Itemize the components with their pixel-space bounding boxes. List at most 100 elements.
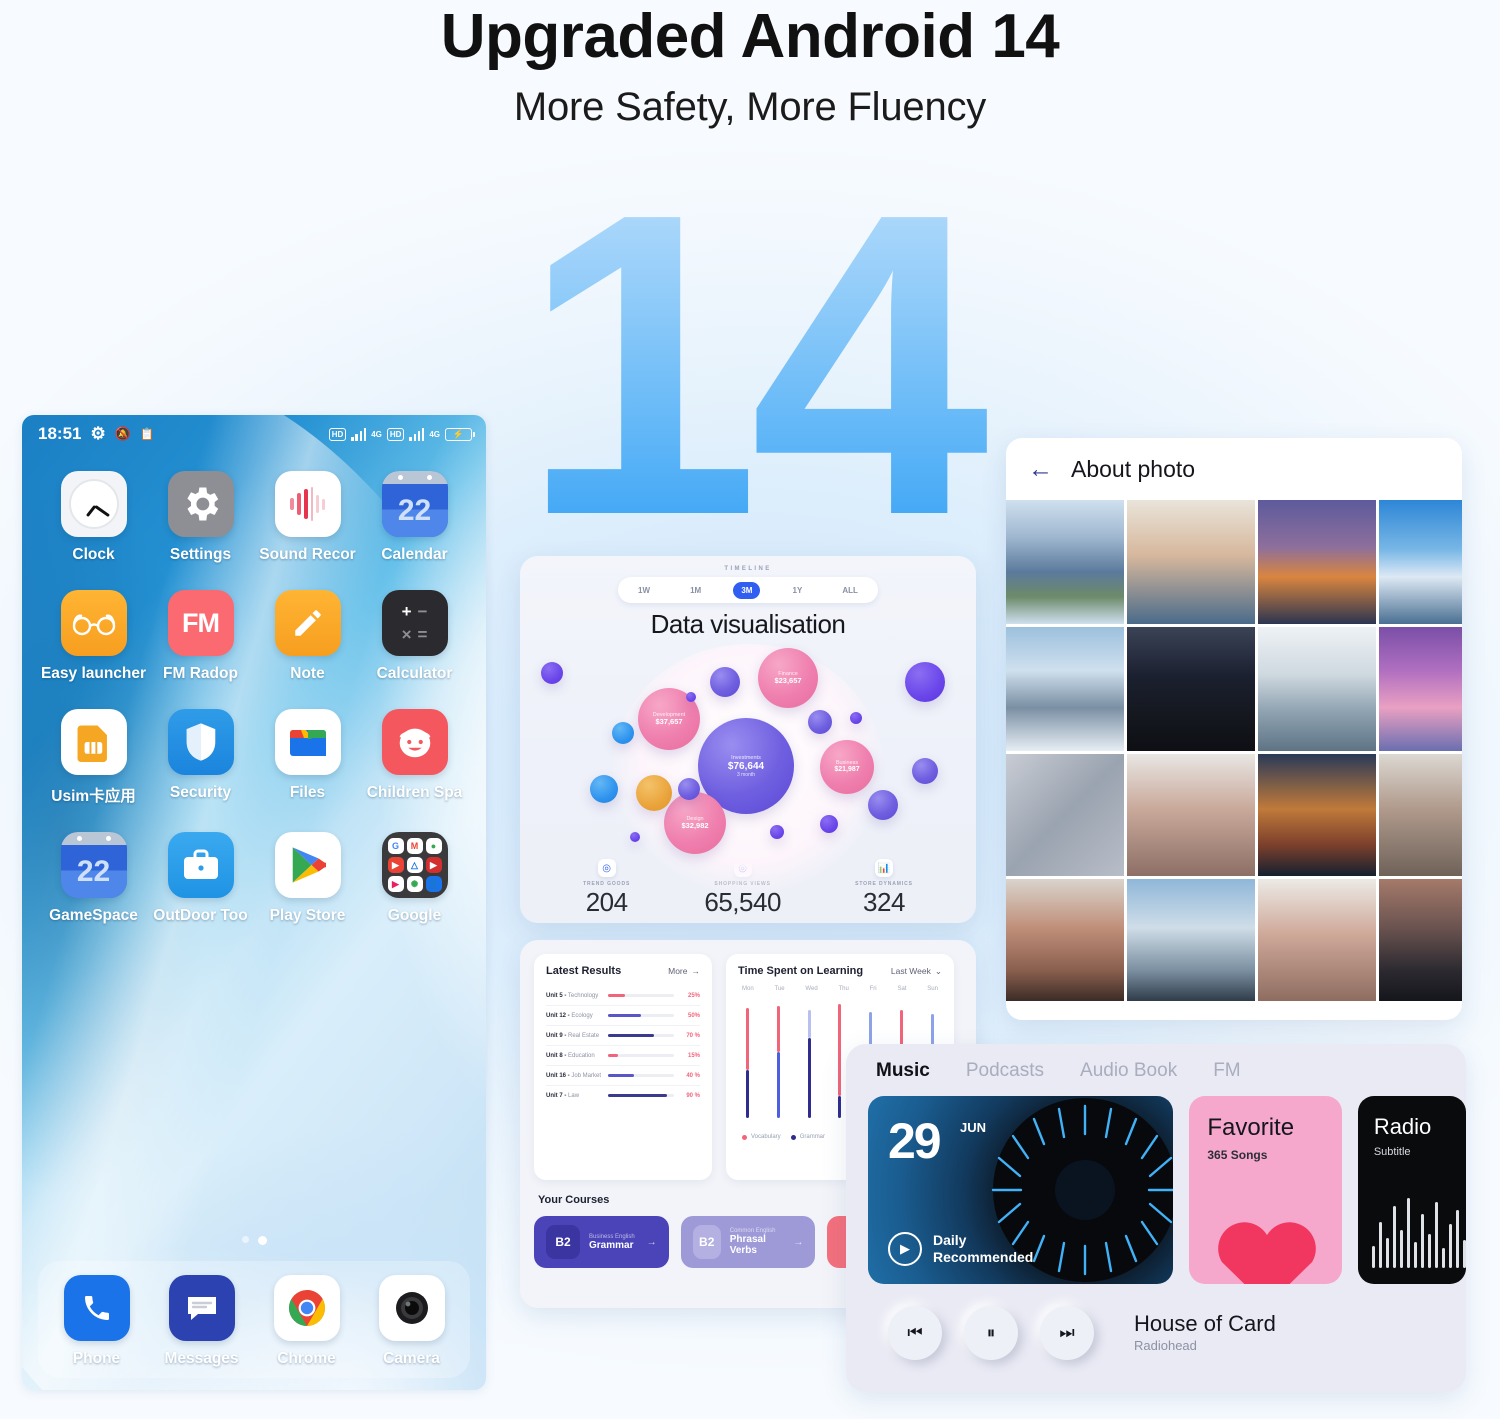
calendar-icon: 22 (381, 471, 448, 537)
table-row[interactable]: Unit 8 - Education 15% (546, 1046, 700, 1066)
status-indicators: HD 4G HD 4G ⚡ (328, 427, 475, 441)
dock-item-phone[interactable]: Phone (44, 1275, 149, 1368)
photo-tile[interactable] (1258, 754, 1376, 876)
photo-tile[interactable] (1379, 627, 1462, 751)
range-1y[interactable]: 1Y (785, 582, 811, 599)
daily-text: Daily Recommended (933, 1232, 1033, 1265)
range-1w[interactable]: 1W (630, 582, 658, 599)
range-1m[interactable]: 1M (682, 582, 709, 599)
photo-tile[interactable] (1258, 627, 1376, 751)
daily-recommended-card[interactable]: 29 JUN ▶ Daily Recommended (868, 1096, 1174, 1284)
timeline-range-selector[interactable]: 1W 1M 3M 1Y ALL (618, 577, 878, 603)
table-row[interactable]: Unit 12 - Ecology 50% (546, 1006, 700, 1026)
table-row[interactable]: Unit 7 - Law 90 % (546, 1086, 700, 1105)
photo-tile[interactable] (1379, 879, 1462, 1001)
bar-thu (838, 998, 842, 1126)
bubble-sub: 3 month (736, 771, 756, 778)
prev-icon[interactable]: ⏮ (888, 1306, 942, 1360)
photos-app-card: ← About photo (1006, 438, 1462, 1020)
arrow-left-icon[interactable]: ← (1028, 456, 1053, 482)
course-badge: B2 (546, 1225, 580, 1259)
tab-fm[interactable]: FM (1213, 1060, 1240, 1082)
app-usim[interactable]: Usim卡应用 (40, 709, 147, 806)
week-filter-dropdown[interactable]: Last Week ⌄ (891, 966, 942, 977)
tab-audio-book[interactable]: Audio Book (1080, 1060, 1177, 1082)
unit-pct: 15% (687, 1052, 700, 1059)
daily-line2: Recommended (933, 1249, 1034, 1265)
daily-play-control[interactable]: ▶ Daily Recommended (888, 1232, 1033, 1266)
decor-bubble (590, 775, 618, 803)
dock-item-chrome[interactable]: Chrome (254, 1275, 359, 1368)
stat-store-dynamics: 📊 STORE DYNAMICS 324 (855, 859, 913, 918)
pencil-icon (274, 590, 341, 656)
app-play-store[interactable]: Play Store (254, 832, 361, 925)
decor-bubble (808, 710, 832, 734)
app-label: Note (290, 665, 325, 682)
photo-tile[interactable] (1127, 879, 1255, 1001)
dock-item-messages[interactable]: Messages (149, 1275, 254, 1368)
timeline-label: TIMELINE (724, 566, 772, 572)
hd-icon-sim1: HD (328, 427, 347, 441)
day-axis: Mon Tue Wed Thu Fri Sat Sun (738, 986, 942, 992)
bubble-design[interactable]: Design $32,982 (664, 792, 726, 854)
day-tick: Tue (774, 986, 785, 992)
favorite-card[interactable]: Favorite 365 Songs (1189, 1096, 1342, 1284)
photo-tile[interactable] (1006, 879, 1124, 1001)
bubble-business[interactable]: Business $21,987 (820, 740, 874, 794)
pause-icon[interactable]: ⏸ (964, 1306, 1018, 1360)
app-clock[interactable]: Clock (40, 471, 147, 564)
app-calculator[interactable]: + − × = Calculator (361, 590, 468, 683)
table-row[interactable]: Unit 9 - Real Estate 70 % (546, 1026, 700, 1046)
app-label: GameSpace (49, 907, 138, 924)
app-files[interactable]: Files (254, 709, 361, 806)
unit-label: Unit 7 - Law (546, 1092, 580, 1099)
app-outdoor-tool[interactable]: OutDoor Too (147, 832, 254, 925)
dock-item-camera[interactable]: Camera (359, 1275, 464, 1368)
photo-tile[interactable] (1379, 754, 1462, 876)
table-row[interactable]: Unit 16 - Job Market 40 % (546, 1066, 700, 1086)
bubble-finance[interactable]: Finance $23,657 (758, 648, 818, 708)
app-settings[interactable]: Settings (147, 471, 254, 564)
radio-card[interactable]: Radio Subtitle (1357, 1096, 1466, 1284)
app-label: Usim卡应用 (51, 788, 136, 805)
photo-tile[interactable] (1258, 500, 1376, 624)
tab-podcasts[interactable]: Podcasts (966, 1060, 1044, 1082)
photo-tile[interactable] (1006, 500, 1124, 624)
sim-card-icon (60, 709, 127, 775)
app-easy-launcher[interactable]: Easy launcher (40, 590, 147, 683)
range-3m[interactable]: 3M (733, 581, 761, 599)
network-type-sim1: 4G (371, 429, 382, 439)
more-link[interactable]: More → (668, 966, 700, 976)
course-card-grammar[interactable]: B2 Business English Grammar → (534, 1216, 669, 1268)
app-google-folder[interactable]: G M ● ▶ △ ▶ ▶ ✺ 👤 Google (361, 832, 468, 925)
course-card-phrasal-verbs[interactable]: B2 Common English Phrasal Verbs → (680, 1216, 816, 1268)
app-calendar[interactable]: 22 Calendar (361, 471, 468, 564)
radio-subtitle: Subtitle (1373, 1146, 1411, 1158)
app-children-space[interactable]: Children Spa (361, 709, 468, 806)
photo-tile[interactable] (1006, 627, 1124, 751)
app-note[interactable]: Note (254, 590, 361, 683)
app-sound-recorder[interactable]: Sound Recor (254, 471, 361, 564)
course-text: Business English Grammar (589, 1233, 635, 1251)
app-fm-radio[interactable]: FM FM Radop (147, 590, 254, 683)
photo-tile[interactable] (1006, 754, 1124, 876)
play-icon[interactable]: ▶ (888, 1232, 922, 1266)
decor-bubble (541, 662, 563, 684)
photo-tile[interactable] (1379, 500, 1462, 624)
range-all[interactable]: ALL (834, 582, 866, 599)
app-gamespace[interactable]: 22 GameSpace (40, 832, 147, 925)
track-title: House of Card (1134, 1311, 1276, 1336)
calendar-day: 22 (60, 845, 127, 898)
photo-tile[interactable] (1127, 754, 1255, 876)
status-bar: 18:51 ⚙ 🔕 📋 HD 4G HD 4G ⚡ (22, 415, 486, 449)
playback-controls: ⏮ ⏸ ⏭ House of Card Radiohead (846, 1284, 1466, 1360)
tab-music[interactable]: Music (876, 1060, 930, 1082)
table-row[interactable]: Unit 5 - Technology 25% (546, 986, 700, 1006)
next-icon[interactable]: ⏭ (1040, 1306, 1094, 1360)
decor-bubble (850, 712, 862, 724)
daily-line1: Daily (933, 1232, 967, 1249)
photo-tile[interactable] (1258, 879, 1376, 1001)
photo-tile[interactable] (1127, 627, 1255, 751)
app-security[interactable]: Security (147, 709, 254, 806)
photo-tile[interactable] (1127, 500, 1255, 624)
